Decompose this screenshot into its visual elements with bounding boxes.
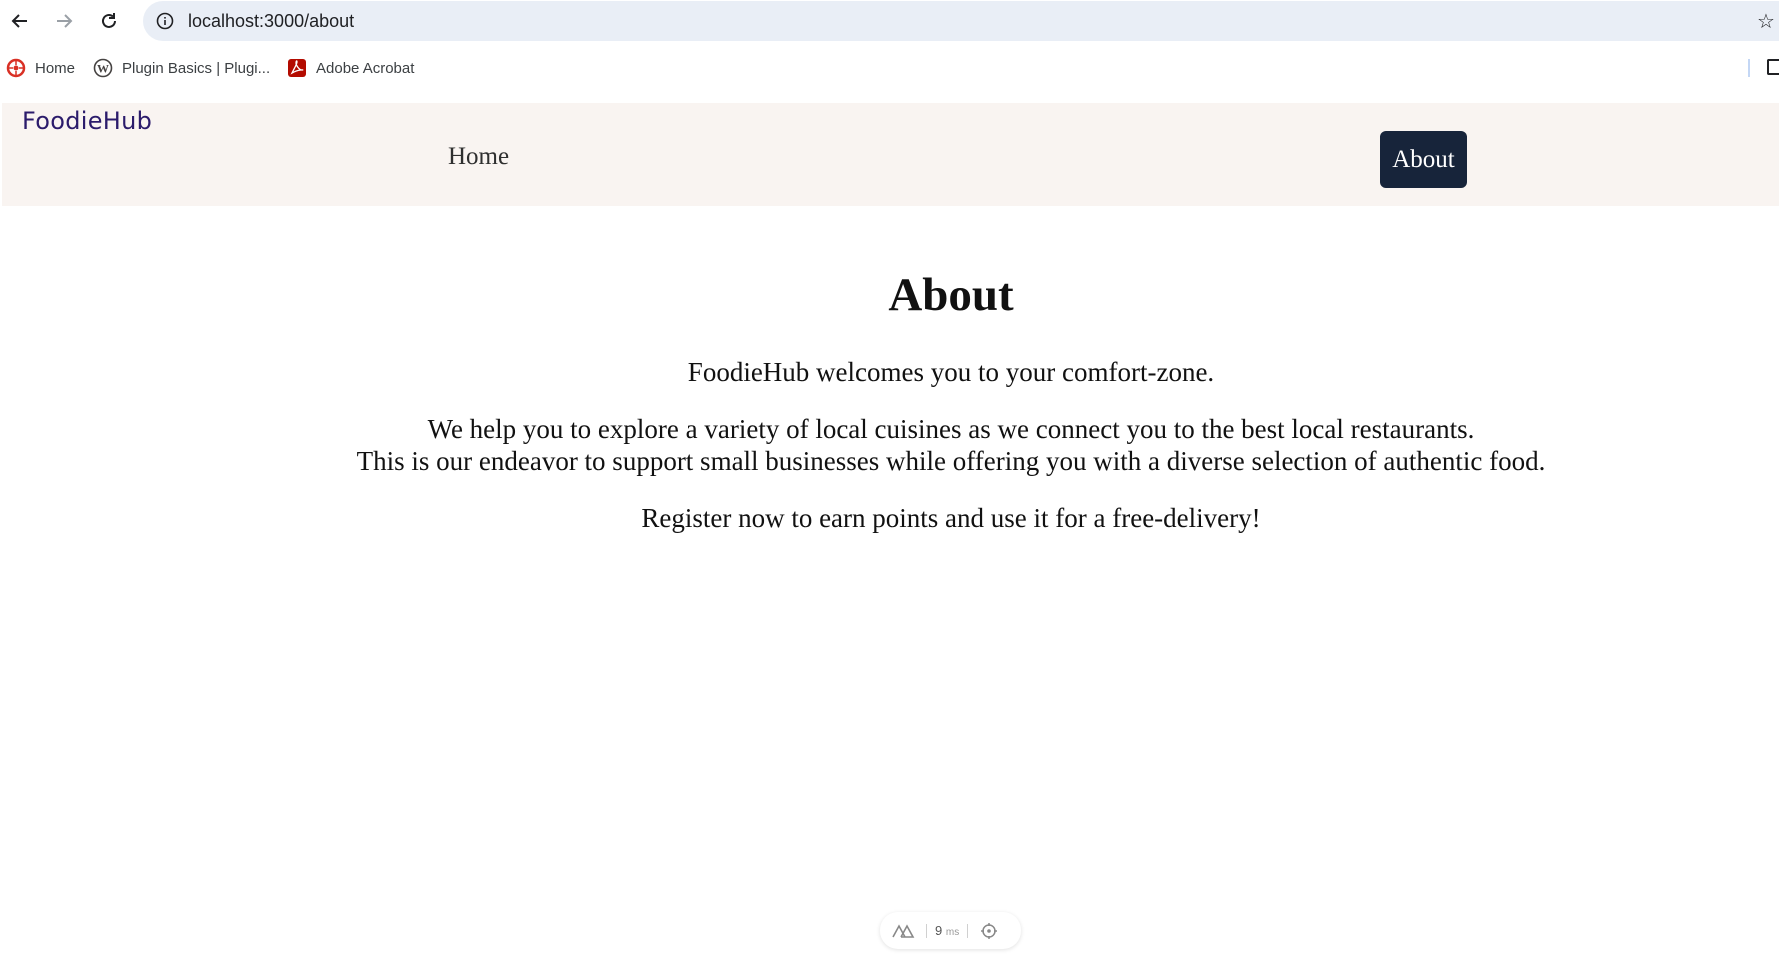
bookmark-home[interactable]: Home xyxy=(6,56,75,80)
nav-link-home[interactable]: Home xyxy=(448,143,509,171)
mission-text-line-2: This is our endeavor to support small bu… xyxy=(356,446,1546,476)
bookmark-star-icon[interactable]: ☆ xyxy=(1757,10,1779,32)
forward-button[interactable] xyxy=(51,8,77,34)
arrow-right-icon xyxy=(57,14,73,28)
wordpress-icon: W xyxy=(93,58,113,78)
reload-button[interactable] xyxy=(96,8,122,34)
back-button[interactable] xyxy=(7,8,33,34)
browser-toolbar: localhost:3000/about ☆ xyxy=(0,0,1779,42)
divider xyxy=(967,923,969,938)
bookmark-label: Adobe Acrobat xyxy=(316,59,415,77)
divider xyxy=(926,923,927,938)
brand-logo[interactable]: FoodieHub xyxy=(22,107,152,135)
page-title: About xyxy=(888,269,1014,321)
render-time: 9 ms xyxy=(935,923,960,938)
nextjs-logo-icon xyxy=(892,923,916,939)
bookmark-adobe-acrobat[interactable]: Adobe Acrobat xyxy=(287,56,414,80)
bookmarks-bar: Home W Plugin Basics | Plugi... Adobe Ac… xyxy=(0,42,1779,94)
arrow-left-icon xyxy=(11,14,27,28)
url-text[interactable]: localhost:3000/about xyxy=(188,11,354,32)
reload-icon xyxy=(102,13,116,28)
mission-text-line-1: We help you to explore a variety of loca… xyxy=(427,414,1475,444)
bookmark-label: Plugin Basics | Plugi... xyxy=(122,59,271,77)
dev-indicator[interactable]: 9 ms xyxy=(880,912,1021,949)
svg-text:W: W xyxy=(97,62,109,76)
bookmarks-separator xyxy=(1748,59,1750,77)
bookmark-plugin-basics[interactable]: W Plugin Basics | Plugi... xyxy=(93,56,270,80)
bookmark-label: Home xyxy=(35,59,76,77)
folder-icon[interactable] xyxy=(1767,59,1779,75)
register-text: Register now to earn points and use it f… xyxy=(641,503,1261,533)
welcome-text: FoodieHub welcomes you to your comfort-z… xyxy=(687,357,1215,387)
nav-link-about[interactable]: About xyxy=(1380,131,1467,188)
address-bar[interactable]: localhost:3000/about ☆ xyxy=(143,1,1779,41)
crosshair-icon[interactable] xyxy=(980,922,998,940)
red-wheel-icon xyxy=(6,58,26,78)
acrobat-icon xyxy=(287,58,307,78)
site-header: FoodieHub Home About xyxy=(2,103,1779,206)
site-info-icon[interactable] xyxy=(154,10,176,32)
